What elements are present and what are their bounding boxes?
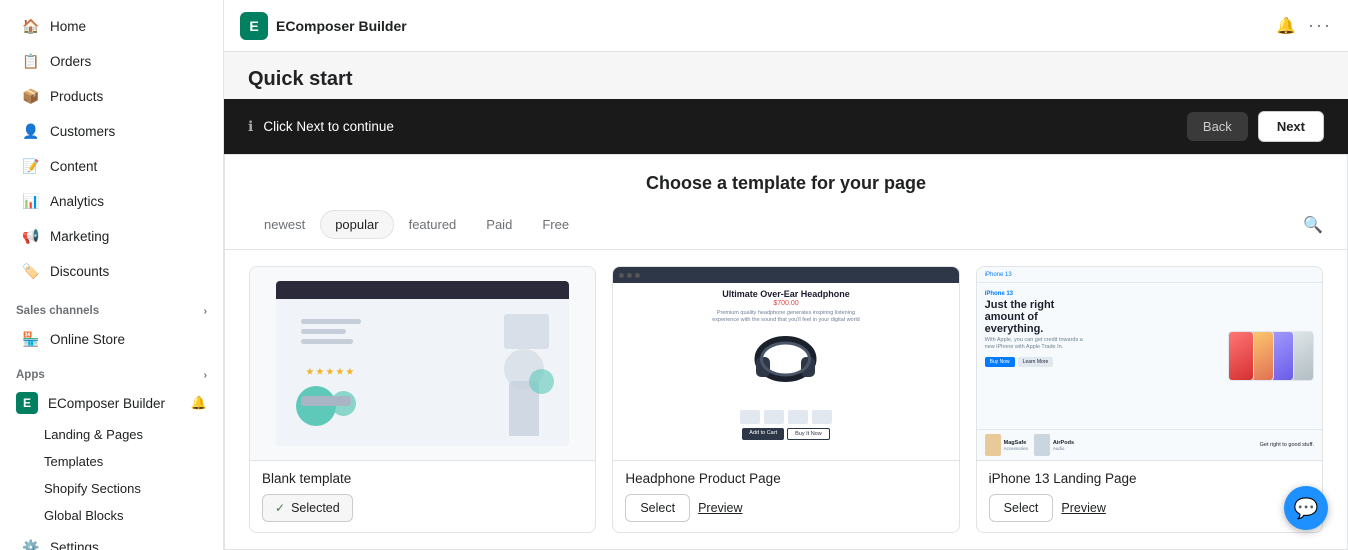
sidebar-item-content[interactable]: 📝 Content	[6, 149, 217, 183]
sidebar-item-orders-label: Orders	[50, 54, 91, 69]
filter-tab-newest[interactable]: newest	[249, 210, 320, 239]
iphone-preview-button[interactable]: Preview	[1061, 501, 1105, 515]
iphone-template-body: iPhone 13 Landing Page Select Preview	[977, 460, 1322, 532]
filter-tab-free[interactable]: Free	[527, 210, 584, 239]
sidebar-item-settings[interactable]: ⚙️ Settings	[6, 530, 217, 550]
sidebar-item-home-label: Home	[50, 19, 86, 34]
sales-channels-chevron: ›	[204, 306, 207, 317]
back-button[interactable]: Back	[1187, 112, 1248, 141]
blank-template-actions: ✓ Selected	[262, 494, 583, 522]
sidebar-sub-item-global-blocks[interactable]: Global Blocks	[0, 502, 223, 529]
headphone-template-name: Headphone Product Page	[625, 471, 946, 486]
iphone-template-name: iPhone 13 Landing Page	[989, 471, 1310, 486]
analytics-icon: 📊	[22, 192, 40, 210]
page-title-bar: Quick start	[224, 52, 1348, 99]
apps-chevron: ›	[204, 370, 207, 381]
products-icon: 📦	[22, 87, 40, 105]
sidebar-item-settings-label: Settings	[50, 540, 99, 550]
filter-tab-popular[interactable]: popular	[320, 210, 393, 239]
template-chooser-heading: Choose a template for your page	[225, 155, 1347, 204]
sidebar-item-products[interactable]: 📦 Products	[6, 79, 217, 113]
apps-section: Apps ›	[0, 357, 223, 385]
sidebar-item-products-label: Products	[50, 89, 103, 104]
online-store-icon: 🏪	[22, 330, 40, 348]
filter-tab-paid[interactable]: Paid	[471, 210, 527, 239]
headphone-template-thumb: Ultimate Over-Ear Headphone $700.00 Prem…	[613, 267, 958, 460]
ecomposer-bell-icon: 🔔	[191, 395, 207, 411]
discounts-icon: 🏷️	[22, 262, 40, 280]
customers-icon: 👤	[22, 122, 40, 140]
sidebar-item-discounts[interactable]: 🏷️ Discounts	[6, 254, 217, 288]
sidebar-item-orders[interactable]: 📋 Orders	[6, 44, 217, 78]
marketing-icon: 📢	[22, 227, 40, 245]
next-button[interactable]: Next	[1258, 111, 1324, 142]
topbar: E EComposer Builder 🔔 ···	[224, 0, 1348, 52]
home-icon: 🏠	[22, 17, 40, 35]
sidebar-item-analytics-label: Analytics	[50, 194, 104, 209]
main-content: E EComposer Builder 🔔 ··· Quick start ℹ …	[224, 0, 1348, 550]
sidebar-item-online-store-label: Online Store	[50, 332, 125, 347]
sidebar-sub-item-shopify-sections[interactable]: Shopify Sections	[0, 475, 223, 502]
topbar-bell-icon[interactable]: 🔔	[1276, 16, 1296, 36]
blank-template-body: Blank template ✓ Selected	[250, 460, 595, 532]
sales-channels-section: Sales channels ›	[0, 293, 223, 321]
chat-button[interactable]: 💬	[1284, 486, 1328, 530]
check-icon: ✓	[275, 501, 285, 515]
template-grid: Blank template ✓ Selected	[225, 250, 1347, 549]
info-message: Click Next to continue	[263, 119, 394, 134]
template-chooser: Choose a template for your page newest p…	[224, 154, 1348, 550]
sidebar-item-ecomposer[interactable]: E EComposer Builder 🔔	[0, 385, 223, 421]
sidebar-item-analytics[interactable]: 📊 Analytics	[6, 184, 217, 218]
page-title: Quick start	[248, 68, 1324, 91]
blank-template-thumb	[250, 267, 595, 460]
sidebar-item-discounts-label: Discounts	[50, 264, 109, 279]
settings-icon: ⚙️	[22, 538, 40, 550]
iphone-select-button[interactable]: Select	[989, 494, 1054, 522]
template-card-headphone: Ultimate Over-Ear Headphone $700.00 Prem…	[612, 266, 959, 533]
info-icon: ℹ	[248, 118, 253, 135]
topbar-logo-icon: E	[240, 12, 268, 40]
headphone-select-button[interactable]: Select	[625, 494, 690, 522]
sidebar-sub-item-landing[interactable]: Landing & Pages	[0, 421, 223, 448]
orders-icon: 📋	[22, 52, 40, 70]
blank-selected-button[interactable]: ✓ Selected	[262, 494, 353, 522]
sidebar-item-content-label: Content	[50, 159, 97, 174]
sidebar-item-marketing-label: Marketing	[50, 229, 109, 244]
sidebar-item-customers[interactable]: 👤 Customers	[6, 114, 217, 148]
sidebar-item-marketing[interactable]: 📢 Marketing	[6, 219, 217, 253]
filter-tab-featured[interactable]: featured	[394, 210, 472, 239]
sidebar-sub-item-templates[interactable]: Templates	[0, 448, 223, 475]
headphone-preview-button[interactable]: Preview	[698, 501, 742, 515]
page-content: Quick start ℹ Click Next to continue Bac…	[224, 52, 1348, 550]
search-icon[interactable]: 🔍	[1303, 215, 1323, 235]
ecomposer-app-icon: E	[16, 392, 38, 414]
topbar-more-icon[interactable]: ···	[1308, 15, 1332, 36]
blank-template-name: Blank template	[262, 471, 583, 486]
sidebar: 🏠 Home 📋 Orders 📦 Products 👤 Customers 📝…	[0, 0, 224, 550]
sidebar-item-customers-label: Customers	[50, 124, 115, 139]
content-icon: 📝	[22, 157, 40, 175]
template-filter-bar: newest popular featured Paid Free 🔍	[225, 204, 1347, 250]
headphone-template-body: Headphone Product Page Select Preview	[613, 460, 958, 532]
topbar-logo: E EComposer Builder	[240, 12, 407, 40]
iphone-template-thumb: iPhone 13 iPhone 13 Just the rightamount…	[977, 267, 1322, 460]
iphone-template-actions: Select Preview	[989, 494, 1310, 522]
topbar-logo-text: EComposer Builder	[276, 18, 407, 34]
sidebar-item-home[interactable]: 🏠 Home	[6, 9, 217, 43]
template-card-blank: Blank template ✓ Selected	[249, 266, 596, 533]
info-bar: ℹ Click Next to continue Back Next	[224, 99, 1348, 154]
headphone-template-actions: Select Preview	[625, 494, 946, 522]
template-card-iphone: iPhone 13 iPhone 13 Just the rightamount…	[976, 266, 1323, 533]
sidebar-item-online-store[interactable]: 🏪 Online Store	[6, 322, 217, 356]
ecomposer-label: EComposer Builder	[48, 396, 165, 411]
